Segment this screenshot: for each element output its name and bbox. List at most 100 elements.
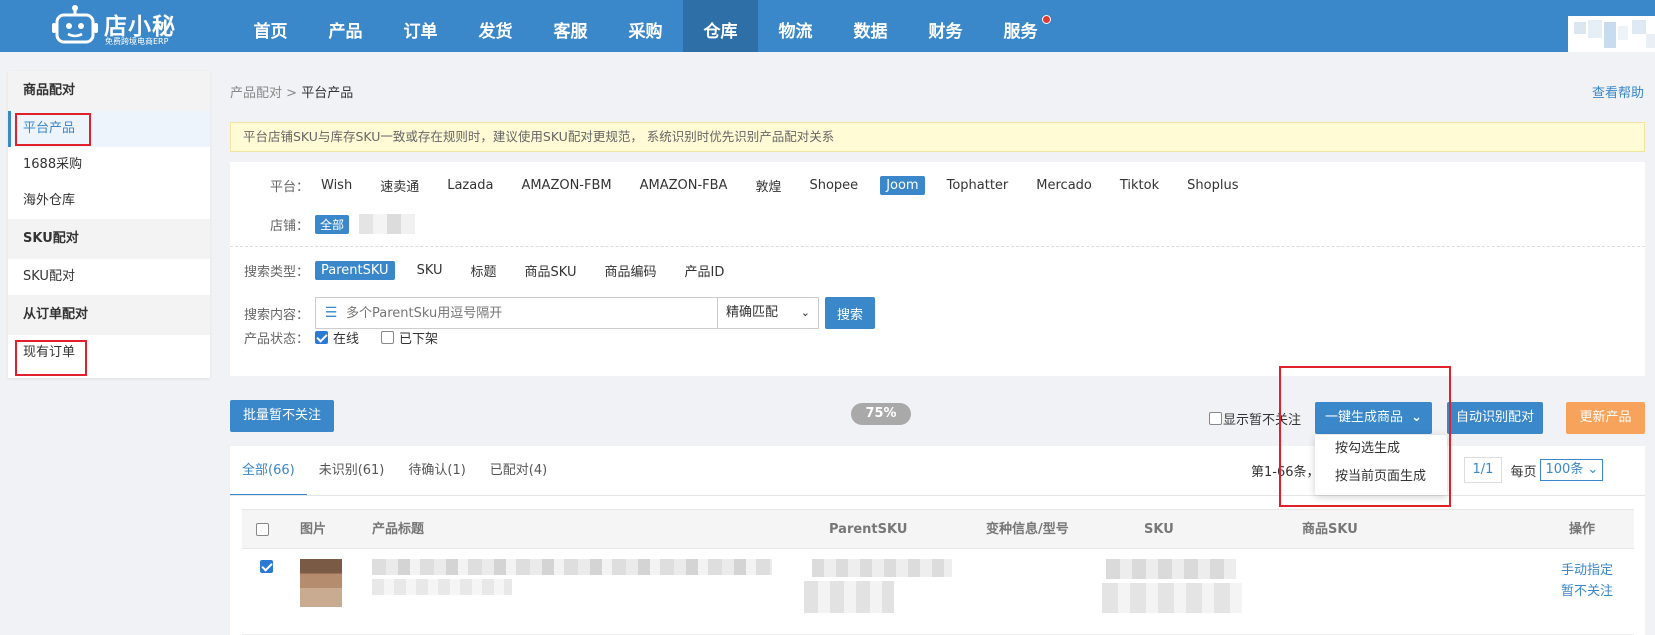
status-label: 产品状态： [243,332,309,347]
platform-option[interactable]: Shopee [803,176,864,195]
sidebar-item-existing-orders[interactable]: 现有订单 [8,335,210,371]
nav-services[interactable]: 服务 [983,0,1058,52]
search-type-option[interactable]: 标题 [465,259,503,282]
generate-by-current-page-item[interactable]: 按当前页面生成 [1315,463,1447,491]
match-mode-select[interactable]: 精确匹配 ⌄ [718,297,819,329]
breadcrumb-current: 平台产品 [301,86,354,101]
select-all-checkbox[interactable] [256,523,269,536]
row-checkbox[interactable] [260,560,273,573]
status-tabs: 全部(66) 未识别(61) 待确认(1) 已配对(4) [230,446,559,496]
status-offline-checkbox[interactable] [381,331,395,344]
col-parent-sku: ParentSKU [829,522,908,537]
breadcrumb-parent[interactable]: 产品配对 [230,86,282,101]
sidebar-section-title: 商品配对 [8,71,210,111]
list-icon: ☰ [324,305,338,321]
product-title-blurred [372,559,772,575]
col-title: 产品标题 [372,522,425,537]
tab-unrecognized[interactable]: 未识别(61) [307,446,397,496]
platform-option-selected[interactable]: Joom [880,176,925,195]
logo-subtitle: 免费跨境电商ERP [105,37,169,46]
platform-option[interactable]: 敦煌 [749,174,787,197]
show-ignored-toggle[interactable]: 显示暂不关注 [1209,409,1301,428]
nav-customer-service[interactable]: 客服 [533,0,608,52]
table-header: 图片 产品标题 ParentSKU 变种信息/型号 SKU 商品SKU 操作 [242,509,1634,549]
tab-all[interactable]: 全部(66) [230,446,307,496]
search-type-label: 搜索类型： [243,265,309,280]
search-type-option[interactable]: 商品SKU [519,259,583,282]
sidebar-item-sku-match[interactable]: SKU配对 [8,259,210,295]
platform-option[interactable]: AMAZON-FBA [634,176,734,195]
pager-per-page-label: 每页 [1510,464,1537,480]
per-page-select[interactable]: 100条 ⌄ [1540,459,1604,481]
progress-indicator: 75% [851,403,911,425]
status-online-checkbox[interactable] [315,331,328,344]
show-ignored-checkbox[interactable] [1209,412,1222,425]
search-type-option[interactable]: 产品ID [679,259,731,282]
help-link[interactable]: 查看帮助 [1592,82,1644,101]
search-box: ☰ [315,297,718,329]
col-actions: 操作 [1569,522,1596,537]
nav-shipping[interactable]: 发货 [458,0,533,52]
ignore-link[interactable]: 暂不关注 [1561,580,1613,599]
one-click-generate-button[interactable]: 一键生成商品 ⌄ [1315,402,1432,434]
col-sku: SKU [1144,522,1174,537]
chevron-down-icon: ⌄ [800,306,810,319]
sidebar-section-title: 从订单配对 [8,295,210,335]
nav-logistics[interactable]: 物流 [758,0,833,52]
table-row: 手动指定 暂不关注 [242,549,1634,635]
platform-option[interactable]: Shoplus [1181,176,1244,195]
nav-warehouse[interactable]: 仓库 [683,0,758,52]
generate-by-selection-item[interactable]: 按勾选生成 [1315,435,1447,463]
nav-purchasing[interactable]: 采购 [608,0,683,52]
main-nav: 首页 产品 订单 发货 客服 采购 仓库 物流 数据 财务 服务 [233,0,1058,52]
sidebar-item-overseas-warehouse[interactable]: 海外仓库 [8,183,210,219]
platform-option[interactable]: Lazada [441,176,499,195]
filter-divider [230,246,1645,247]
platform-option[interactable]: Tiktok [1114,176,1165,195]
status-offline-label: 已下架 [399,332,439,347]
store-option-all[interactable]: 全部 [315,214,350,234]
search-button[interactable]: 搜索 [825,297,875,329]
manual-assign-link[interactable]: 手动指定 [1561,559,1613,578]
tab-pending[interactable]: 待确认(1) [396,446,477,496]
generate-dropdown-menu: 按勾选生成 按当前页面生成 [1315,435,1447,495]
top-navbar: 店小秘 免费跨境电商ERP 首页 产品 订单 发货 客服 采购 仓库 物流 数据… [0,0,1655,52]
platform-option[interactable]: AMAZON-FBM [515,176,617,195]
product-image-blurred[interactable] [300,559,342,607]
batch-ignore-button[interactable]: 批量暂不关注 [230,400,334,432]
search-content-row: 搜索内容： ☰ 精确匹配 ⌄ 搜索 [230,297,875,329]
update-products-button[interactable]: 更新产品 [1566,402,1645,434]
nav-data[interactable]: 数据 [833,0,908,52]
nav-home[interactable]: 首页 [233,0,308,52]
sidebar-item-1688-purchase[interactable]: 1688采购 [8,147,210,183]
platform-option[interactable]: 速卖通 [374,174,425,197]
search-type-option-selected[interactable]: ParentSKU [315,261,395,280]
logo[interactable]: 店小秘 免费跨境电商ERP [52,4,182,48]
sku-blurred [1102,583,1242,613]
chevron-down-icon: ⌄ [1411,410,1423,425]
sidebar-item-platform-products[interactable]: 平台产品 [8,111,210,147]
breadcrumb: 产品配对 > 平台产品 [230,82,353,101]
chevron-down-icon: ⌄ [1587,462,1599,477]
platform-filter-row: 平台： Wish 速卖通 Lazada AMAZON-FBM AMAZON-FB… [230,174,1260,197]
platform-option[interactable]: Wish [315,176,358,195]
platform-option[interactable]: Tophatter [941,176,1015,195]
user-avatar-blurred[interactable] [1568,16,1655,52]
platform-option[interactable]: Mercado [1030,176,1098,195]
parent-sku-blurred [812,559,952,577]
auto-match-button[interactable]: 自动识别配对 [1447,402,1543,434]
search-type-option[interactable]: 商品编码 [598,259,662,282]
nav-products[interactable]: 产品 [308,0,383,52]
store-label: 店铺： [269,218,309,234]
search-type-option[interactable]: SKU [411,261,449,280]
status-online-label: 在线 [333,332,360,347]
sidebar-section-title: SKU配对 [8,219,210,259]
store-name-blurred[interactable] [359,214,416,234]
show-ignored-label: 显示暂不关注 [1223,413,1302,428]
search-input[interactable] [346,305,717,321]
store-filter-row: 店铺： 全部 [230,214,416,234]
nav-finance[interactable]: 财务 [908,0,983,52]
pager-page[interactable]: 1/1 [1463,457,1503,483]
nav-orders[interactable]: 订单 [383,0,458,52]
tab-matched[interactable]: 已配对(4) [478,446,559,496]
